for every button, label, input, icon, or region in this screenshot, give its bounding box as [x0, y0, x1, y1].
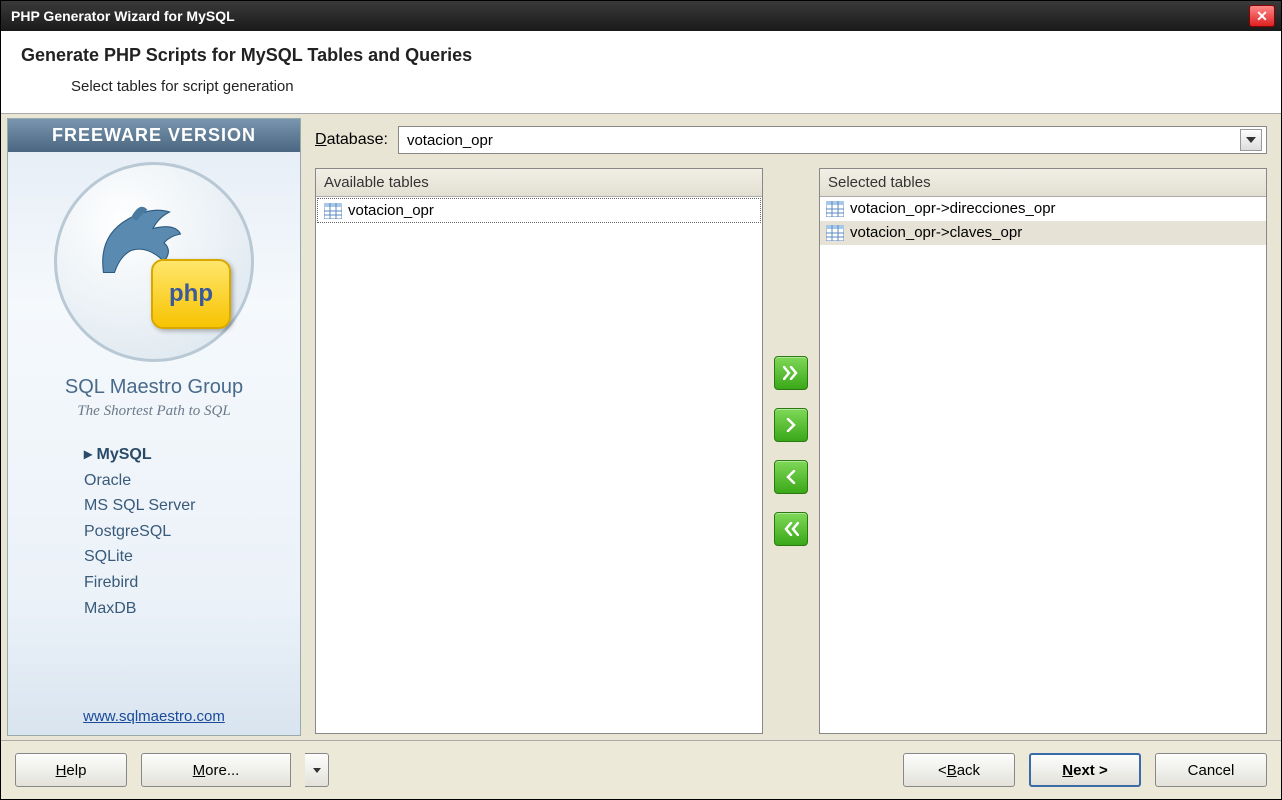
double-chevron-right-icon — [783, 366, 799, 380]
list-item-label: votacion_opr->claves_opr — [850, 224, 1022, 241]
selected-body: votacion_opr->direcciones_opr votacion_o… — [820, 197, 1266, 733]
table-picker: Available tables votacion_opr — [315, 168, 1267, 734]
database-label: Database: — [315, 131, 388, 149]
db-product-postgresql[interactable]: PostgreSQL — [84, 519, 195, 545]
available-header: Available tables — [316, 169, 762, 197]
chevron-left-icon — [785, 470, 797, 484]
list-item[interactable]: votacion_opr->direcciones_opr — [820, 197, 1266, 221]
database-select[interactable]: votacion_opr — [398, 126, 1267, 154]
list-item[interactable]: votacion_opr — [317, 198, 761, 223]
next-button[interactable]: Next > — [1029, 753, 1141, 787]
back-button[interactable]: < Back — [903, 753, 1015, 787]
selected-tables-list[interactable]: Selected tables votacion_opr->direccione… — [819, 168, 1267, 734]
chevron-down-icon — [313, 768, 321, 773]
list-item[interactable]: votacion_opr->claves_opr — [820, 221, 1266, 245]
add-button[interactable] — [774, 408, 808, 442]
list-item-label: votacion_opr — [348, 202, 434, 219]
titlebar: PHP Generator Wizard for MySQL ✕ — [1, 1, 1281, 31]
help-button[interactable]: Help — [15, 753, 127, 787]
vendor-link[interactable]: www.sqlmaestro.com — [83, 688, 225, 725]
sidebar: FREEWARE VERSION php SQL Maestro Group T… — [7, 118, 301, 736]
transfer-buttons — [771, 168, 811, 734]
double-chevron-left-icon — [783, 522, 799, 536]
db-product-sqlite[interactable]: SQLite — [84, 544, 195, 570]
close-button[interactable]: ✕ — [1249, 5, 1275, 27]
table-icon — [826, 225, 844, 241]
vendor-tagline: The Shortest Path to SQL — [77, 403, 230, 420]
remove-all-button[interactable] — [774, 512, 808, 546]
wizard-window: PHP Generator Wizard for MySQL ✕ Generat… — [0, 0, 1282, 800]
vendor-name: SQL Maestro Group — [65, 376, 243, 399]
chevron-right-icon — [785, 418, 797, 432]
db-product-mysql[interactable]: MySQL — [84, 442, 195, 468]
db-product-firebird[interactable]: Firebird — [84, 570, 195, 596]
main-panel: Database: votacion_opr Available tables … — [301, 114, 1281, 740]
sidebar-banner: FREEWARE VERSION — [8, 119, 300, 152]
add-all-button[interactable] — [774, 356, 808, 390]
wizard-footer: Help More... < Back Next > Cancel — [1, 740, 1281, 799]
selected-header: Selected tables — [820, 169, 1266, 197]
page-title: Generate PHP Scripts for MySQL Tables an… — [21, 45, 1261, 66]
db-product-maxdb[interactable]: MaxDB — [84, 596, 195, 622]
close-icon: ✕ — [1256, 8, 1268, 25]
more-button[interactable]: More... — [141, 753, 291, 787]
database-row: Database: votacion_opr — [315, 126, 1267, 154]
wizard-header: Generate PHP Scripts for MySQL Tables an… — [1, 31, 1281, 114]
php-badge-icon: php — [151, 259, 231, 329]
database-product-list: MySQL Oracle MS SQL Server PostgreSQL SQ… — [84, 442, 195, 621]
database-dropdown-button[interactable] — [1240, 129, 1262, 151]
list-item-label: votacion_opr->direcciones_opr — [850, 200, 1056, 217]
more-split-button: More... — [141, 753, 329, 787]
more-dropdown-button[interactable] — [305, 753, 329, 787]
wizard-body: FREEWARE VERSION php SQL Maestro Group T… — [1, 114, 1281, 740]
db-product-mssql[interactable]: MS SQL Server — [84, 493, 195, 519]
table-icon — [826, 201, 844, 217]
table-icon — [324, 203, 342, 219]
db-product-oracle[interactable]: Oracle — [84, 468, 195, 494]
available-tables-list[interactable]: Available tables votacion_opr — [315, 168, 763, 734]
page-subtitle: Select tables for script generation — [71, 78, 1261, 95]
database-select-value: votacion_opr — [407, 132, 1240, 149]
cancel-button[interactable]: Cancel — [1155, 753, 1267, 787]
remove-button[interactable] — [774, 460, 808, 494]
available-body: votacion_opr — [316, 197, 762, 733]
chevron-down-icon — [1246, 137, 1256, 143]
logo: php — [54, 162, 254, 362]
window-title: PHP Generator Wizard for MySQL — [7, 8, 1249, 24]
